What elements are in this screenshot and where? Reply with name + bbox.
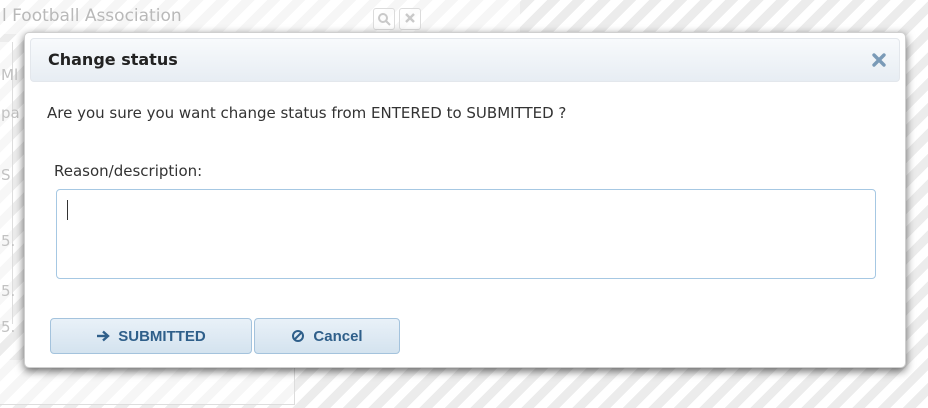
arrow-right-icon — [96, 330, 111, 342]
cancel-icon — [291, 329, 305, 343]
background-column: Ml pa S 5. 5. 5. — [0, 42, 20, 336]
background-cell: Ml — [1, 66, 19, 84]
clear-icon — [399, 8, 421, 30]
cancel-button-label: Cancel — [313, 327, 363, 345]
background-header: l Football Association — [0, 0, 520, 34]
submitted-button-label: SUBMITTED — [118, 327, 206, 345]
dialog-title: Change status — [48, 50, 178, 69]
search-icon — [373, 8, 395, 30]
dialog-header: Change status — [30, 38, 900, 82]
background-cell: pa — [1, 104, 20, 122]
change-status-dialog: Change status Are you sure you want chan… — [24, 32, 906, 368]
close-icon[interactable] — [870, 51, 888, 69]
background-cell: S — [1, 166, 11, 184]
reason-description-input[interactable] — [56, 189, 876, 279]
background-title: l Football Association — [2, 6, 182, 26]
background-cell: 5. — [1, 318, 16, 336]
background-cell: 5. — [1, 282, 16, 300]
confirmation-message: Are you sure you want change status from… — [47, 104, 567, 122]
cancel-button[interactable]: Cancel — [254, 318, 400, 354]
reason-label: Reason/description: — [54, 162, 203, 180]
text-cursor — [67, 200, 68, 220]
background-cell: 5. — [1, 232, 16, 250]
submitted-button[interactable]: SUBMITTED — [50, 318, 252, 354]
